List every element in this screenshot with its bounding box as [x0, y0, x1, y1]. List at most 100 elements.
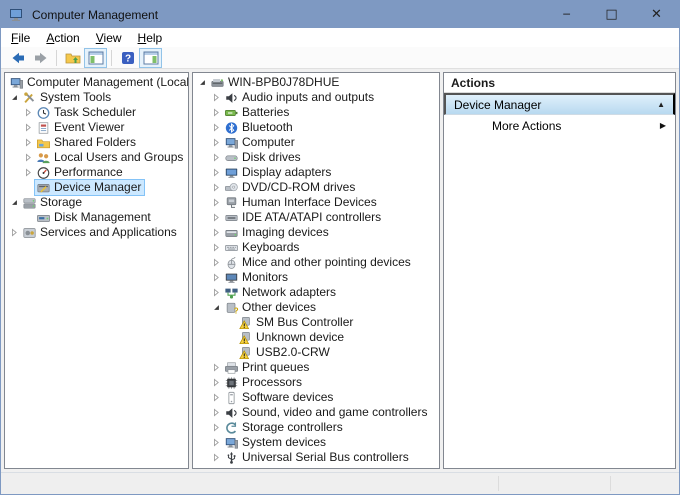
- console-tree-item-storage[interactable]: Storage: [5, 195, 188, 210]
- expander-collapsed-icon[interactable]: [22, 136, 35, 149]
- expander-collapsed-icon[interactable]: [22, 166, 35, 179]
- expander-collapsed-icon[interactable]: [210, 361, 223, 374]
- tree-node-label: Human Interface Devices: [242, 195, 377, 210]
- expander-collapsed-icon[interactable]: [210, 121, 223, 134]
- more-actions-item[interactable]: More Actions ▶: [444, 115, 675, 136]
- console-tree-item-event-viewer[interactable]: Event Viewer: [5, 120, 188, 135]
- device-tree-item-mice-and-other-pointing-devices[interactable]: Mice and other pointing devices: [193, 255, 439, 270]
- tree-node-label: Disk Management: [54, 210, 151, 225]
- expander-expanded-icon[interactable]: [8, 91, 21, 104]
- expander-collapsed-icon[interactable]: [22, 106, 35, 119]
- device-tree-item-print-queues[interactable]: Print queues: [193, 360, 439, 375]
- forward-button[interactable]: [29, 48, 52, 68]
- expander-collapsed-icon[interactable]: [210, 406, 223, 419]
- tree-node-label: Disk drives: [242, 150, 301, 165]
- action-pane-button[interactable]: [139, 48, 162, 68]
- device-tree-item-universal-serial-bus-controllers[interactable]: Universal Serial Bus controllers: [193, 450, 439, 465]
- expander-collapsed-icon[interactable]: [210, 181, 223, 194]
- device-tree-item-bluetooth[interactable]: Bluetooth: [193, 120, 439, 135]
- device-tree-item-unknown-device[interactable]: Unknown device: [193, 330, 439, 345]
- expander-collapsed-icon[interactable]: [210, 286, 223, 299]
- device-tree-item-processors[interactable]: Processors: [193, 375, 439, 390]
- device-tree-item-usb2-0-crw[interactable]: USB2.0-CRW: [193, 345, 439, 360]
- statusbar-separator: [498, 476, 499, 491]
- device-tree-item-computer[interactable]: Computer: [193, 135, 439, 150]
- menu-help[interactable]: Help: [130, 29, 171, 47]
- console-tree-item-disk-management[interactable]: Disk Management: [5, 210, 188, 225]
- expander-collapsed-icon[interactable]: [210, 196, 223, 209]
- device-tree-item-sm-bus-controller[interactable]: SM Bus Controller: [193, 315, 439, 330]
- console-tree-item-task-scheduler[interactable]: Task Scheduler: [5, 105, 188, 120]
- expander-collapsed-icon[interactable]: [210, 451, 223, 464]
- help-button[interactable]: [116, 48, 139, 68]
- device-tree-item-software-devices[interactable]: Software devices: [193, 390, 439, 405]
- device-tree-item-batteries[interactable]: Batteries: [193, 105, 439, 120]
- device-tree-item-monitors[interactable]: Monitors: [193, 270, 439, 285]
- device-tree-item-audio-inputs-and-outputs[interactable]: Audio inputs and outputs: [193, 90, 439, 105]
- console-tree-item-computer-management-local[interactable]: Computer Management (Local): [5, 75, 188, 90]
- menu-file[interactable]: File: [3, 29, 38, 47]
- tree-node: IDE ATA/ATAPI controllers: [223, 210, 384, 225]
- console-tree-item-device-manager[interactable]: Device Manager: [5, 180, 188, 195]
- expander-collapsed-icon[interactable]: [22, 151, 35, 164]
- tree-node-label: SM Bus Controller: [256, 315, 353, 330]
- collapse-group-icon[interactable]: ▲: [657, 100, 665, 109]
- expander-collapsed-icon[interactable]: [210, 421, 223, 434]
- device-tree-item-imaging-devices[interactable]: Imaging devices: [193, 225, 439, 240]
- console-tree-item-system-tools[interactable]: System Tools: [5, 90, 188, 105]
- device-tree-item-keyboards[interactable]: Keyboards: [193, 240, 439, 255]
- expander-expanded-icon[interactable]: [196, 76, 209, 89]
- battery-icon: [224, 106, 239, 120]
- device-tree-item-win-bpb0j78dhue[interactable]: WIN-BPB0J78DHUE: [193, 75, 439, 90]
- expander-collapsed-icon[interactable]: [210, 271, 223, 284]
- menu-action[interactable]: Action: [38, 29, 87, 47]
- device-tree-item-human-interface-devices[interactable]: Human Interface Devices: [193, 195, 439, 210]
- expander-collapsed-icon[interactable]: [210, 91, 223, 104]
- close-button[interactable]: ✕: [634, 1, 679, 28]
- expander-collapsed-icon[interactable]: [210, 376, 223, 389]
- device-tree-item-other-devices[interactable]: Other devices: [193, 300, 439, 315]
- expander-collapsed-icon[interactable]: [210, 436, 223, 449]
- back-button[interactable]: [6, 48, 29, 68]
- device-tree-item-network-adapters[interactable]: Network adapters: [193, 285, 439, 300]
- display-icon: [224, 166, 239, 180]
- tree-node: Imaging devices: [223, 225, 332, 240]
- expander-collapsed-icon[interactable]: [210, 391, 223, 404]
- expander-collapsed-icon[interactable]: [8, 226, 21, 239]
- maximize-button[interactable]: □: [589, 1, 634, 28]
- expander-collapsed-icon[interactable]: [22, 121, 35, 134]
- expander-collapsed-icon[interactable]: [210, 256, 223, 269]
- console-tree-item-local-users-and-groups[interactable]: Local Users and Groups: [5, 150, 188, 165]
- device-tree-item-dvd-cd-rom-drives[interactable]: DVD/CD-ROM drives: [193, 180, 439, 195]
- expander-collapsed-icon[interactable]: [210, 211, 223, 224]
- console-tree-item-shared-folders[interactable]: Shared Folders: [5, 135, 188, 150]
- tree-node-label: IDE ATA/ATAPI controllers: [242, 210, 381, 225]
- device-tree-item-system-devices[interactable]: System devices: [193, 435, 439, 450]
- expander-spacer: [224, 316, 237, 329]
- device-tree-item-disk-drives[interactable]: Disk drives: [193, 150, 439, 165]
- menu-view[interactable]: View: [88, 29, 130, 47]
- usb-icon: [224, 451, 239, 465]
- console-tree-item-performance[interactable]: Performance: [5, 165, 188, 180]
- folder-up-button[interactable]: [61, 48, 84, 68]
- expander-collapsed-icon[interactable]: [210, 151, 223, 164]
- expander-expanded-icon[interactable]: [8, 196, 21, 209]
- device-tree-item-sound-video-and-game-controllers[interactable]: Sound, video and game controllers: [193, 405, 439, 420]
- device-tree-item-display-adapters[interactable]: Display adapters: [193, 165, 439, 180]
- expander-collapsed-icon[interactable]: [210, 136, 223, 149]
- expander-collapsed-icon[interactable]: [210, 241, 223, 254]
- expander-collapsed-icon[interactable]: [210, 166, 223, 179]
- device-tree-item-storage-controllers[interactable]: Storage controllers: [193, 420, 439, 435]
- expander-collapsed-icon[interactable]: [210, 226, 223, 239]
- tree-node-label: Shared Folders: [54, 135, 136, 150]
- expander-collapsed-icon[interactable]: [210, 106, 223, 119]
- folder-up-icon: [65, 50, 81, 66]
- tree-node-label: Bluetooth: [242, 120, 293, 135]
- device-tree-item-ide-ata-atapi-controllers[interactable]: IDE ATA/ATAPI controllers: [193, 210, 439, 225]
- expander-expanded-icon[interactable]: [210, 301, 223, 314]
- toolbar: [1, 47, 679, 69]
- actions-group-device-manager[interactable]: Device Manager ▲: [444, 93, 675, 115]
- console-tree-item-services-and-applications[interactable]: Services and Applications: [5, 225, 188, 240]
- console-tree-button[interactable]: [84, 48, 107, 68]
- minimize-button[interactable]: ─: [544, 1, 589, 28]
